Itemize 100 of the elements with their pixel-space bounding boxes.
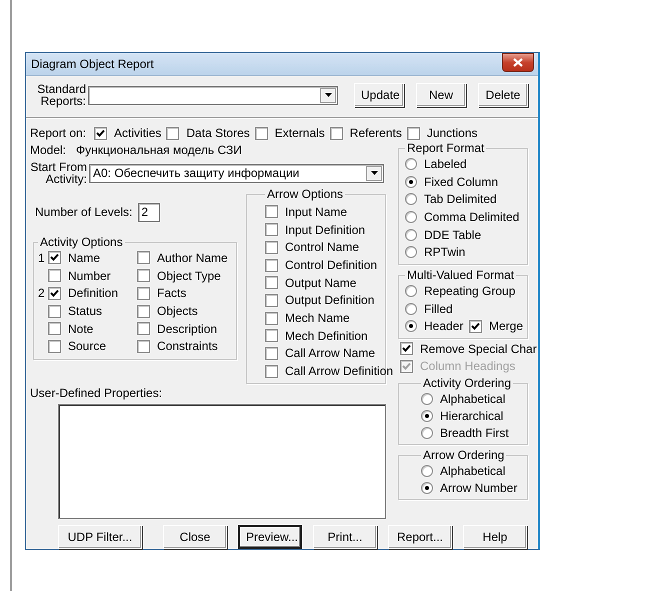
checkbox[interactable]: [265, 329, 278, 342]
field-label: Report on:: [30, 126, 86, 140]
radio-button[interactable]: [421, 426, 433, 439]
checkbox[interactable]: [254, 126, 268, 140]
checkbox[interactable]: [48, 251, 61, 264]
checkbox-label: Referents: [350, 126, 402, 140]
checkbox-label: Control Definition: [285, 258, 378, 272]
field-label: Standard Reports:: [36, 83, 86, 108]
radio-button[interactable]: [421, 464, 433, 477]
checkbox-label: Facts: [157, 286, 186, 300]
order-number: 2: [38, 286, 46, 300]
checkbox[interactable]: [166, 126, 180, 140]
radio-button[interactable]: [405, 211, 417, 224]
radio-button[interactable]: [405, 285, 417, 298]
close-button[interactable]: [502, 52, 534, 72]
checkbox[interactable]: [48, 340, 61, 353]
properties-list[interactable]: [58, 404, 386, 519]
dialog-button[interactable]: Print...: [313, 525, 377, 549]
checkbox-label: Activities: [114, 126, 162, 140]
checkbox-label: Input Name: [285, 204, 348, 219]
checkbox[interactable]: [137, 304, 150, 318]
dialog-button[interactable]: UDP Filter...: [58, 525, 142, 549]
checkbox[interactable]: [406, 126, 420, 140]
radio-label: Alphabetical: [440, 392, 506, 406]
checkbox-label: Remove Special Char: [420, 342, 537, 356]
checkbox[interactable]: [48, 286, 61, 300]
radio-button[interactable]: [421, 482, 433, 494]
checkbox[interactable]: [265, 294, 278, 307]
checkbox[interactable]: [48, 304, 61, 318]
order-number: 1: [38, 250, 46, 265]
checkbox-label: Source: [68, 339, 106, 354]
checkbox[interactable]: [265, 223, 278, 236]
radio-button[interactable]: [405, 158, 417, 170]
checkbox-label: Control Name: [285, 240, 360, 254]
checkbox[interactable]: [265, 312, 278, 325]
levels-field[interactable]: 2: [138, 202, 160, 222]
field-label: Number of Levels:: [35, 205, 132, 220]
field-label: Start From Activity:: [30, 161, 87, 186]
radio-button[interactable]: [405, 176, 417, 188]
radio-button[interactable]: [405, 228, 417, 241]
dialog-button[interactable]: Report...: [388, 525, 452, 549]
dialog-button[interactable]: Help: [463, 525, 527, 549]
group-title: Multi-Valued Format: [406, 268, 516, 282]
toolbar-button[interactable]: Delete: [478, 83, 528, 108]
checkbox[interactable]: [468, 320, 482, 333]
checkbox[interactable]: [265, 276, 278, 290]
radio-button[interactable]: [405, 246, 417, 258]
checkbox[interactable]: [265, 346, 278, 360]
checkbox[interactable]: [265, 364, 278, 378]
checkbox-label: Note: [68, 322, 94, 336]
model-name: Функциональная модель СЗИ: [76, 143, 242, 158]
checkbox[interactable]: [137, 286, 150, 300]
checkbox-label: Input Definition: [285, 222, 366, 237]
checkbox-label: Output Name: [285, 276, 356, 290]
group-title: Arrow Ordering: [422, 448, 506, 462]
checkbox[interactable]: [265, 240, 278, 254]
field-label: User-Defined Properties:: [30, 386, 162, 400]
checkbox[interactable]: [265, 205, 278, 218]
dialog-button[interactable]: Close: [163, 525, 227, 549]
checkbox-label: Author Name: [157, 250, 228, 265]
checkbox[interactable]: [137, 340, 150, 353]
radio-button[interactable]: [405, 302, 417, 315]
checkbox[interactable]: [137, 322, 150, 336]
caret-icon: [370, 171, 378, 176]
checkbox[interactable]: [400, 342, 413, 356]
toolbar-button[interactable]: New: [416, 83, 466, 108]
checkbox[interactable]: [137, 251, 150, 264]
radio-label: RPTwin: [424, 245, 466, 260]
radio-button[interactable]: [421, 410, 433, 422]
checkbox-label: Description: [157, 322, 218, 336]
checkbox-label: Definition: [68, 286, 118, 300]
radio-label: Arrow Number: [440, 480, 518, 495]
radio-label: Tab Delimited: [424, 192, 497, 206]
radio-button[interactable]: [421, 392, 433, 405]
checkbox-label: Call Arrow Name: [285, 346, 376, 360]
checkbox-label: Mech Definition: [285, 328, 368, 343]
checkbox[interactable]: [137, 269, 150, 282]
close-icon: [513, 58, 523, 67]
checkbox[interactable]: [48, 269, 61, 282]
standard-reports-dropdown[interactable]: [88, 86, 338, 105]
checkbox-label: Status: [68, 304, 102, 318]
start-activity-dropdown[interactable]: A0: Обеспечить защиту информации: [89, 164, 384, 183]
radio-button[interactable]: [405, 193, 417, 206]
dialog-button[interactable]: Preview...: [238, 525, 302, 549]
radio-button[interactable]: [405, 320, 417, 332]
radio-label: Header: [424, 319, 464, 334]
checkbox-label: Output Definition: [285, 293, 374, 308]
toolbar-button[interactable]: Update: [354, 83, 404, 108]
checkbox[interactable]: [48, 322, 61, 336]
checkbox[interactable]: [265, 258, 278, 272]
radio-label: Comma Delimited: [424, 210, 520, 224]
checkbox[interactable]: [94, 126, 108, 140]
checkbox-label: Constraints: [157, 339, 218, 354]
checkbox-label: Mech Name: [285, 311, 350, 326]
group-title: Arrow Options: [266, 187, 344, 202]
checkbox[interactable]: [330, 126, 343, 140]
radio-label: Hierarchical: [440, 408, 504, 423]
checkbox-label: Object Type: [157, 268, 221, 283]
radio-label: Alphabetical: [440, 464, 506, 478]
caret-icon: [324, 93, 332, 98]
